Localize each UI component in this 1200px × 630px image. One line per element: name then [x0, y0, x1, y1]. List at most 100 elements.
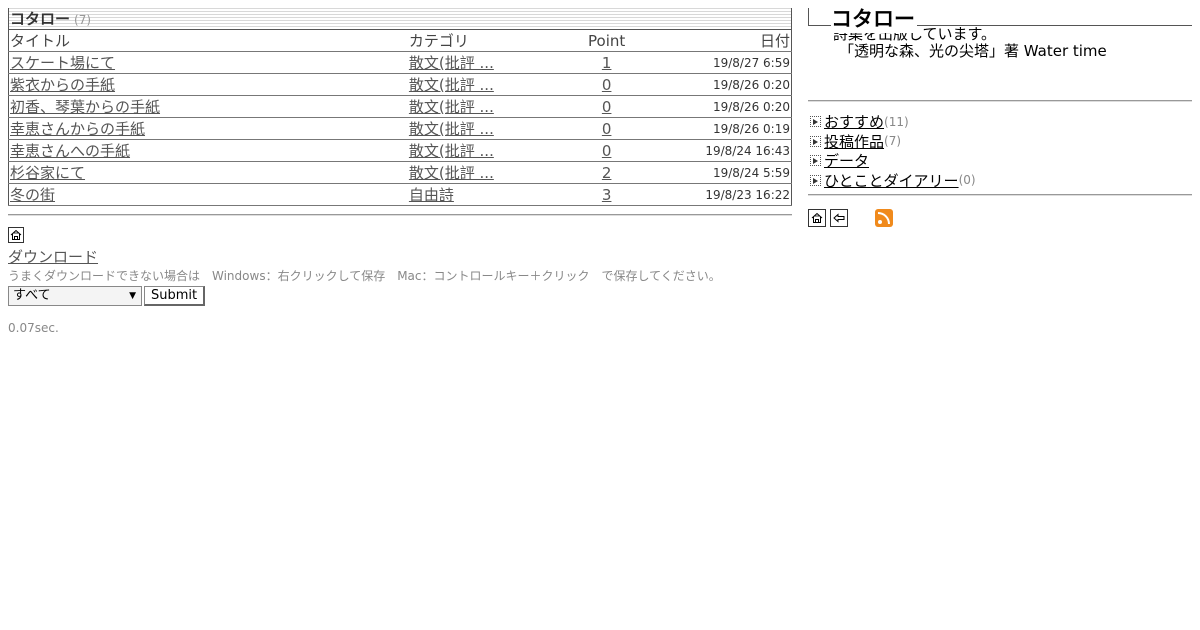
work-category-link[interactable]: 散文(批評 ... [409, 142, 494, 160]
work-title-link[interactable]: 幸恵さんからの手紙 [10, 120, 145, 138]
row-point-cell: 3 [547, 183, 666, 206]
row-title-cell: 幸恵さんからの手紙 [8, 117, 408, 140]
work-point-link[interactable]: 0 [602, 142, 612, 160]
category-link[interactable]: 投稿作品 [824, 131, 884, 152]
left-column: コタロー (7) タイトル カテゴリ Point 日付 スケート場にて散文(批評 … [8, 8, 792, 335]
work-title-link[interactable]: 初香、琴葉からの手紙 [10, 98, 160, 116]
home-icon[interactable] [808, 209, 826, 227]
category-list: おすすめ (11) 投稿作品 (7) データ ひとことダイアリー (0) [808, 112, 1192, 190]
works-table: コタロー (7) タイトル カテゴリ Point 日付 スケート場にて散文(批評 … [8, 8, 792, 206]
row-title-cell: 幸恵さんへの手紙 [8, 139, 408, 162]
submit-button[interactable]: Submit [144, 286, 206, 306]
work-category-link[interactable]: 散文(批評 ... [409, 76, 494, 94]
row-category-cell: 散文(批評 ... [407, 117, 548, 140]
row-point-cell: 0 [547, 73, 666, 96]
download-select[interactable]: すべて ▼ [8, 286, 142, 306]
category-item[interactable]: 投稿作品 (7) [808, 132, 1192, 152]
work-date: 19/8/23 16:22 [665, 183, 792, 206]
work-point-link[interactable]: 2 [602, 164, 612, 182]
header-point: Point [547, 29, 666, 52]
work-category-link[interactable]: 散文(批評 ... [409, 54, 494, 72]
row-category-cell: 散文(批評 ... [407, 73, 548, 96]
folder-arrow-icon [810, 155, 821, 167]
row-point-cell: 1 [547, 51, 666, 74]
row-title-cell: スケート場にて [8, 51, 408, 74]
home-icon[interactable] [8, 227, 24, 243]
table-row: 冬の街 自由詩 3 19/8/23 16:22 [8, 183, 792, 206]
download-form: すべて ▼ Submit [8, 285, 792, 307]
category-item[interactable]: データ [808, 151, 1192, 171]
folder-arrow-icon [810, 135, 821, 147]
table-row: 杉谷家にて 散文(批評 ... 2 19/8/24 5:59 [8, 161, 792, 184]
header-title: タイトル [8, 29, 408, 52]
row-title-cell: 紫衣からの手紙 [8, 73, 408, 96]
work-category-link[interactable]: 散文(批評 ... [409, 164, 494, 182]
header-date: 日付 [665, 29, 792, 52]
row-title-cell: 杉谷家にて [8, 161, 408, 184]
table-title-row: コタロー (7) [8, 8, 792, 30]
table-row: 幸恵さんからの手紙 散文(批評 ... 0 19/8/26 0:19 [8, 117, 792, 140]
table-row: 紫衣からの手紙 散文(批評 ... 0 19/8/26 0:20 [8, 73, 792, 96]
footer-icons [808, 209, 1192, 227]
header-category: カテゴリ [407, 29, 548, 52]
row-title-cell: 冬の街 [8, 183, 408, 206]
work-date: 19/8/26 0:20 [665, 73, 792, 96]
work-date: 19/8/24 5:59 [665, 161, 792, 184]
row-category-cell: 散文(批評 ... [407, 139, 548, 162]
table-header-row: タイトル カテゴリ Point 日付 [8, 29, 792, 52]
work-date: 19/8/26 0:20 [665, 95, 792, 118]
work-point-link[interactable]: 0 [602, 98, 612, 116]
work-title-link[interactable]: 杉谷家にて [10, 164, 85, 182]
work-category-link[interactable]: 自由詩 [409, 186, 454, 204]
table-title: コタロー (7) [8, 8, 792, 30]
row-category-cell: 散文(批評 ... [407, 51, 548, 74]
category-link[interactable]: データ [824, 150, 869, 171]
category-link[interactable]: ひとことダイアリー [824, 170, 959, 191]
row-category-cell: 自由詩 [407, 183, 548, 206]
profile-desc-line2: 「透明な森、光の尖塔」著 Water time [839, 42, 1107, 60]
profile-name: コタロー [831, 3, 917, 33]
work-point-link[interactable]: 0 [602, 120, 612, 138]
right-column: コタロー 詩集を出版しています。 「透明な森、光の尖塔」著 Water time… [808, 3, 1192, 227]
row-point-cell: 2 [547, 161, 666, 184]
category-count: (7) [884, 134, 902, 149]
divider [808, 100, 1192, 102]
rss-icon[interactable] [875, 209, 893, 227]
work-date: 19/8/27 6:59 [665, 51, 792, 74]
work-title-link[interactable]: 冬の街 [10, 186, 55, 204]
category-count: (0) [958, 173, 976, 188]
divider [8, 214, 792, 216]
download-link[interactable]: ダウンロード [8, 246, 792, 267]
row-category-cell: 散文(批評 ... [407, 95, 548, 118]
category-item[interactable]: おすすめ (11) [808, 112, 1192, 132]
work-title-link[interactable]: スケート場にて [10, 54, 115, 72]
table-row: 初香、琴葉からの手紙 散文(批評 ... 0 19/8/26 0:20 [8, 95, 792, 118]
back-icon[interactable] [830, 209, 848, 227]
work-title-link[interactable]: 幸恵さんへの手紙 [10, 142, 130, 160]
author-name: コタロー [10, 10, 71, 28]
work-point-link[interactable]: 3 [602, 186, 612, 204]
profile-header: コタロー [808, 3, 1192, 33]
table-row: 幸恵さんへの手紙 散文(批評 ... 0 19/8/24 16:43 [8, 139, 792, 162]
work-point-link[interactable]: 1 [602, 54, 612, 72]
work-point-link[interactable]: 0 [602, 76, 612, 94]
work-date: 19/8/24 16:43 [665, 139, 792, 162]
category-item[interactable]: ひとことダイアリー (0) [808, 171, 1192, 191]
work-category-link[interactable]: 散文(批評 ... [409, 98, 494, 116]
download-note: うまくダウンロードできない場合は Windows：右クリックして保存 Mac：コ… [8, 269, 721, 283]
row-title-cell: 初香、琴葉からの手紙 [8, 95, 408, 118]
work-title-link[interactable]: 紫衣からの手紙 [10, 76, 115, 94]
elapsed-time: 0.07sec. [8, 321, 59, 335]
work-date: 19/8/26 0:19 [665, 117, 792, 140]
row-category-cell: 散文(批評 ... [407, 161, 548, 184]
category-link[interactable]: おすすめ [824, 111, 884, 132]
divider [808, 194, 1192, 196]
row-point-cell: 0 [547, 139, 666, 162]
category-count: (11) [884, 114, 909, 129]
chevron-down-icon: ▼ [129, 291, 136, 301]
folder-arrow-icon [810, 174, 821, 186]
row-point-cell: 0 [547, 95, 666, 118]
select-value: すべて [13, 288, 51, 303]
work-category-link[interactable]: 散文(批評 ... [409, 120, 494, 138]
row-point-cell: 0 [547, 117, 666, 140]
